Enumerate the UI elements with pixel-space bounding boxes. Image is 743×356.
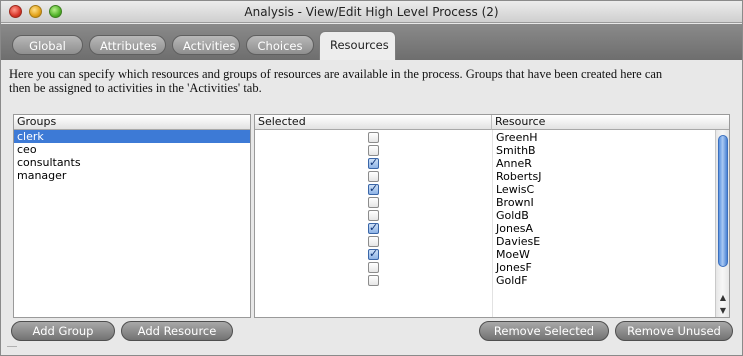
selected-checkbox[interactable]: ✓ bbox=[368, 221, 379, 234]
resource-name: BrownI bbox=[496, 196, 534, 209]
resource-row[interactable]: JonesF bbox=[255, 261, 715, 274]
tab-activities[interactable]: Activities bbox=[172, 35, 240, 55]
resource-row[interactable]: GoldB bbox=[255, 209, 715, 222]
resource-row[interactable]: ✓ MoeW bbox=[255, 247, 715, 261]
selected-checkbox[interactable]: ✓ bbox=[368, 156, 379, 169]
maximize-window-icon[interactable] bbox=[49, 5, 62, 18]
selected-checkbox[interactable] bbox=[368, 262, 379, 273]
resource-row[interactable]: GoldF bbox=[255, 274, 715, 287]
selected-checkbox[interactable] bbox=[368, 145, 379, 156]
resources-table[interactable]: Selected Resource GreenH SmithB ✓ AnneR Robe… bbox=[254, 114, 730, 318]
description-line-1: Here you can specify which resources and… bbox=[9, 67, 663, 81]
resource-row[interactable]: GreenH bbox=[255, 131, 715, 144]
resize-grip[interactable] bbox=[7, 346, 17, 352]
checkmark-icon: ✓ bbox=[369, 182, 379, 195]
group-row-manager[interactable]: manager bbox=[14, 169, 250, 182]
resource-row[interactable]: SmithB bbox=[255, 144, 715, 157]
groups-column-header[interactable]: Groups bbox=[14, 115, 250, 130]
tab-resources[interactable]: Resources bbox=[319, 31, 396, 60]
resource-name: DaviesE bbox=[496, 235, 541, 248]
add-group-button[interactable]: Add Group bbox=[11, 321, 115, 341]
groups-table[interactable]: Groups clerk ceo consultants manager bbox=[13, 114, 251, 318]
resource-name: JonesA bbox=[496, 222, 533, 235]
selected-checkbox[interactable] bbox=[368, 197, 379, 208]
window-title: Analysis - View/Edit High Level Process … bbox=[244, 5, 499, 19]
checkmark-icon: ✓ bbox=[369, 156, 379, 169]
group-row-clerk[interactable]: clerk bbox=[14, 130, 250, 143]
selected-checkbox[interactable]: ✓ bbox=[368, 182, 379, 195]
checkmark-icon: ✓ bbox=[369, 247, 379, 260]
checkmark-icon: ✓ bbox=[369, 221, 379, 234]
vertical-scrollbar[interactable]: ▲ ▼ bbox=[715, 130, 729, 317]
description-line-2: then be assigned to activities in the 'A… bbox=[9, 81, 262, 95]
resource-row[interactable]: DaviesE bbox=[255, 235, 715, 248]
resource-name: LewisC bbox=[496, 183, 535, 196]
resource-name: RobertsJ bbox=[496, 170, 542, 183]
resource-row[interactable]: ✓ AnneR bbox=[255, 156, 715, 170]
resource-name: SmithB bbox=[496, 144, 536, 157]
resource-name: JonesF bbox=[496, 261, 532, 274]
tab-attributes[interactable]: Attributes bbox=[89, 35, 166, 55]
selected-checkbox[interactable] bbox=[368, 132, 379, 143]
group-row-consultants[interactable]: consultants bbox=[14, 156, 250, 169]
resource-row[interactable]: ✓ LewisC bbox=[255, 182, 715, 196]
remove-selected-button[interactable]: Remove Selected bbox=[479, 321, 609, 341]
resource-name: AnneR bbox=[496, 157, 532, 170]
selected-checkbox[interactable] bbox=[368, 171, 379, 182]
remove-unused-button[interactable]: Remove Unused bbox=[615, 321, 733, 341]
scrollbar-thumb[interactable] bbox=[718, 135, 728, 267]
resource-row[interactable]: RobertsJ bbox=[255, 170, 715, 183]
resource-row[interactable]: ✓ JonesA bbox=[255, 221, 715, 235]
resource-name: MoeW bbox=[496, 248, 530, 261]
dialog-window: Analysis - View/Edit High Level Process … bbox=[0, 0, 743, 356]
close-window-icon[interactable] bbox=[9, 5, 22, 18]
scroll-down-arrow-icon[interactable]: ▼ bbox=[717, 305, 729, 316]
tab-global[interactable]: Global bbox=[12, 35, 83, 55]
selected-column-header[interactable]: Selected bbox=[255, 115, 492, 130]
resource-column-header[interactable]: Resource bbox=[492, 115, 729, 130]
minimize-window-icon[interactable] bbox=[29, 5, 42, 18]
selected-checkbox[interactable] bbox=[368, 236, 379, 247]
add-resource-button[interactable]: Add Resource bbox=[121, 321, 233, 341]
resource-name: GoldB bbox=[496, 209, 529, 222]
scroll-up-arrow-icon[interactable]: ▲ bbox=[717, 292, 729, 303]
selected-checkbox[interactable]: ✓ bbox=[368, 247, 379, 260]
title-bar[interactable]: Analysis - View/Edit High Level Process … bbox=[1, 1, 742, 23]
selected-checkbox[interactable] bbox=[368, 210, 379, 221]
tab-bar: Global Attributes Activities Choices Res… bbox=[1, 24, 742, 60]
resource-row[interactable]: BrownI bbox=[255, 196, 715, 209]
resource-name: GoldF bbox=[496, 274, 528, 287]
resource-name: GreenH bbox=[496, 131, 538, 144]
selected-checkbox[interactable] bbox=[368, 275, 379, 286]
description-text: Here you can specify which resources and… bbox=[9, 67, 734, 95]
group-row-ceo[interactable]: ceo bbox=[14, 143, 250, 156]
tab-choices[interactable]: Choices bbox=[246, 35, 314, 55]
